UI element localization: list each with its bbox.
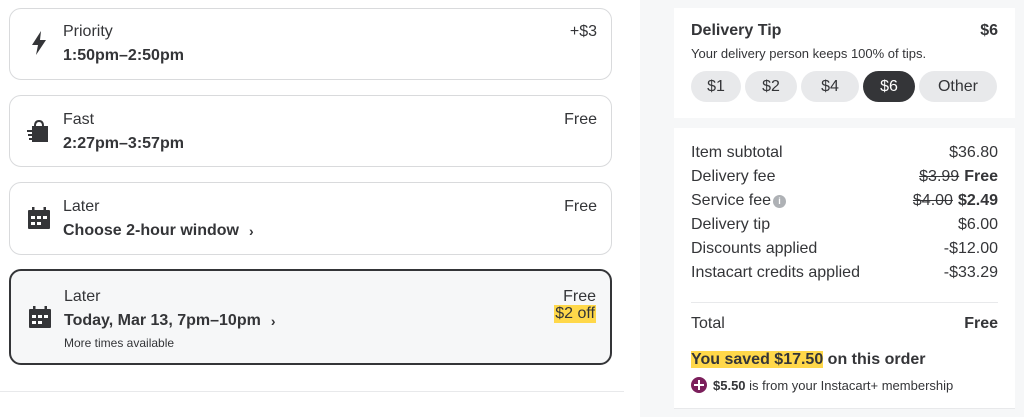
tip-option-4[interactable]: $4: [801, 71, 859, 102]
divider: [674, 408, 1015, 409]
summary-row-item-subtotal: Item subtotal $36.80: [691, 144, 998, 162]
delivery-option-later-choose-window[interactable]: Later Choose 2-hour window › Free: [9, 182, 612, 255]
savings-rest: on this order: [823, 351, 926, 368]
row-value: $36.80: [949, 144, 998, 161]
tip-amount: $6: [980, 22, 998, 39]
original-price: $4.00: [912, 192, 953, 209]
chevron-right-icon: ›: [270, 313, 276, 329]
option-label: Fast: [63, 111, 95, 128]
tip-option-1[interactable]: $1: [691, 71, 741, 102]
tip-title: Delivery Tip: [691, 22, 782, 39]
delivery-tip-panel: Delivery Tip $6 Your delivery person kee…: [674, 8, 1015, 118]
row-label: Service fee: [691, 192, 772, 209]
row-label: Item subtotal: [691, 144, 783, 161]
summary-row-discounts: Discounts applied -$12.00: [691, 240, 998, 258]
tip-subtitle: Your delivery person keeps 100% of tips.: [691, 46, 927, 61]
row-label: Instacart credits applied: [691, 264, 860, 281]
shopping-bag-icon: [26, 118, 52, 144]
instacart-plus-icon: [691, 377, 707, 393]
promo-badge: $2 off: [554, 305, 596, 323]
total-value: Free: [964, 315, 998, 332]
option-price: +$3: [569, 23, 597, 40]
delivery-options-section: Priority 1:50pm–2:50pm +$3 Fast 2:27pm–3…: [0, 0, 640, 417]
membership-text: is from your Instacart+ membership: [745, 377, 954, 393]
order-summary-panel: Item subtotal $36.80 Delivery fee $3.99 …: [674, 128, 1015, 409]
summary-row-delivery-tip: Delivery tip $6.00: [691, 216, 998, 234]
option-time-link[interactable]: Today, Mar 13, 7pm–10pm ›: [64, 312, 275, 330]
savings-highlight: You saved $17.50: [691, 351, 824, 368]
option-price: Free: [564, 111, 597, 128]
row-label: Delivery fee: [691, 168, 776, 185]
option-time: 1:50pm–2:50pm: [63, 47, 184, 64]
lightning-icon: [26, 30, 52, 56]
row-value: -$12.00: [943, 240, 998, 257]
option-price: Free: [564, 198, 597, 215]
row-value: -$33.29: [943, 264, 998, 281]
tip-option-6[interactable]: $6: [863, 71, 915, 102]
divider: [691, 302, 998, 303]
row-value: Free: [964, 168, 998, 185]
option-label: Later: [63, 198, 100, 215]
tip-option-other[interactable]: Other: [919, 71, 997, 102]
calendar-icon: [26, 205, 52, 231]
row-label: Delivery tip: [691, 216, 771, 233]
delivery-option-priority[interactable]: Priority 1:50pm–2:50pm +$3: [9, 8, 612, 80]
membership-amount: $5.50: [713, 377, 746, 393]
tip-options: $1 $2 $4 $6 Other: [691, 71, 997, 102]
membership-note: $5.50 is from your Instacart+ membership: [691, 377, 953, 393]
more-times-text: More times available: [64, 336, 175, 350]
summary-row-credits: Instacart credits applied -$33.29: [691, 264, 998, 282]
original-price: $3.99: [919, 168, 960, 185]
delivery-option-later-selected[interactable]: Later Today, Mar 13, 7pm–10pm › More tim…: [9, 269, 612, 365]
option-time: 2:27pm–3:57pm: [63, 135, 184, 152]
summary-row-total: Total Free: [691, 315, 998, 333]
option-time-link[interactable]: Choose 2-hour window ›: [63, 222, 254, 240]
calendar-icon: [27, 304, 53, 330]
info-icon[interactable]: i: [773, 194, 787, 208]
summary-row-delivery-fee: Delivery fee $3.99 Free: [691, 168, 998, 186]
option-time-text: Choose 2-hour window: [63, 222, 239, 239]
row-value: $6.00: [957, 216, 998, 233]
tip-option-2[interactable]: $2: [745, 71, 797, 102]
row-label: Discounts applied: [691, 240, 818, 257]
option-label: Later: [64, 288, 101, 305]
option-time-text: Today, Mar 13, 7pm–10pm: [64, 312, 261, 329]
option-price: Free: [563, 288, 596, 305]
option-label: Priority: [63, 23, 113, 40]
savings-message: You saved $17.50 on this order: [691, 351, 925, 369]
divider: [0, 391, 624, 392]
summary-row-service-fee: Service fee i $4.00 $2.49: [691, 192, 998, 210]
row-label: Total: [691, 315, 725, 332]
row-value: $2.49: [957, 192, 998, 209]
chevron-right-icon: ›: [249, 223, 254, 239]
delivery-option-fast[interactable]: Fast 2:27pm–3:57pm Free: [9, 95, 612, 167]
